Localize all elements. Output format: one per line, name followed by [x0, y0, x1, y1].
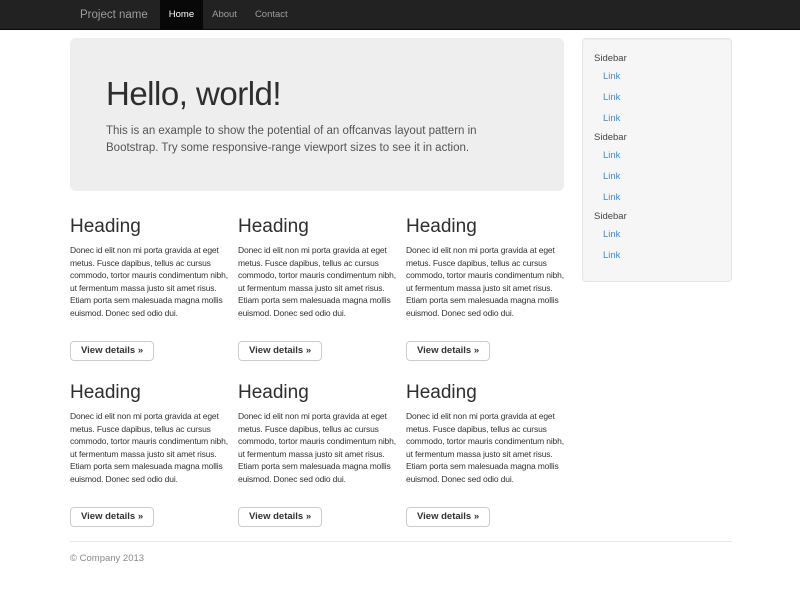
card-heading: Heading: [238, 215, 396, 239]
sidebar-group-header: Sidebar: [583, 130, 731, 146]
card-body-text: Donec id elit non mi porta gravida at eg…: [406, 410, 564, 497]
card-body-text: Donec id elit non mi porta gravida at eg…: [70, 410, 228, 497]
card-2: Heading Donec id elit non mi porta gravi…: [238, 209, 396, 361]
view-details-button[interactable]: View details »: [238, 341, 322, 361]
sidebar: Sidebar Link Link Link Sidebar Link Link…: [582, 38, 732, 282]
sidebar-link[interactable]: Link: [583, 246, 731, 267]
cards-grid: Heading Donec id elit non mi porta gravi…: [70, 209, 572, 527]
card-heading: Heading: [406, 381, 564, 405]
card-body-text: Donec id elit non mi porta gravida at eg…: [238, 244, 396, 331]
view-details-button[interactable]: View details »: [70, 341, 154, 361]
card-body-text: Donec id elit non mi porta gravida at eg…: [70, 244, 228, 331]
nav-link-contact[interactable]: Contact: [246, 0, 297, 30]
view-details-button[interactable]: View details »: [238, 507, 322, 527]
navbar-brand[interactable]: Project name: [68, 0, 160, 30]
card-body-text: Donec id elit non mi porta gravida at eg…: [406, 244, 564, 331]
jumbotron: Hello, world! This is an example to show…: [70, 38, 564, 191]
navbar-menu: Home About Contact: [160, 0, 297, 30]
card-heading: Heading: [238, 381, 396, 405]
sidebar-group-header: Sidebar: [583, 51, 731, 67]
top-navbar: Project name Home About Contact: [0, 0, 800, 30]
card-heading: Heading: [70, 381, 228, 405]
card-1: Heading Donec id elit non mi porta gravi…: [70, 209, 228, 361]
nav-item-contact[interactable]: Contact: [246, 0, 297, 30]
sidebar-link[interactable]: Link: [583, 88, 731, 109]
card-5: Heading Donec id elit non mi porta gravi…: [238, 375, 396, 527]
sidebar-link[interactable]: Link: [583, 146, 731, 167]
sidebar-link[interactable]: Link: [583, 167, 731, 188]
card-4: Heading Donec id elit non mi porta gravi…: [70, 375, 228, 527]
view-details-button[interactable]: View details »: [70, 507, 154, 527]
copyright-text: © Company 2013: [70, 553, 732, 564]
jumbotron-description: This is an example to show the potential…: [106, 123, 504, 157]
card-heading: Heading: [70, 215, 228, 239]
view-details-button[interactable]: View details »: [406, 507, 490, 527]
sidebar-link[interactable]: Link: [583, 225, 731, 246]
sidebar-link[interactable]: Link: [583, 67, 731, 88]
view-details-button[interactable]: View details »: [406, 341, 490, 361]
page-footer: © Company 2013: [70, 541, 732, 564]
main-content: Hello, world! This is an example to show…: [68, 30, 572, 527]
card-6: Heading Donec id elit non mi porta gravi…: [406, 375, 564, 527]
card-3: Heading Donec id elit non mi porta gravi…: [406, 209, 564, 361]
sidebar-link[interactable]: Link: [583, 188, 731, 209]
page-title: Hello, world!: [106, 76, 528, 112]
nav-item-about[interactable]: About: [203, 0, 246, 30]
sidebar-group-header: Sidebar: [583, 209, 731, 225]
sidebar-link[interactable]: Link: [583, 109, 731, 130]
card-body-text: Donec id elit non mi porta gravida at eg…: [238, 410, 396, 497]
card-heading: Heading: [406, 215, 564, 239]
nav-item-home[interactable]: Home: [160, 0, 203, 30]
nav-link-home[interactable]: Home: [160, 0, 203, 30]
nav-link-about[interactable]: About: [203, 0, 246, 30]
page-container: Hello, world! This is an example to show…: [68, 30, 732, 564]
